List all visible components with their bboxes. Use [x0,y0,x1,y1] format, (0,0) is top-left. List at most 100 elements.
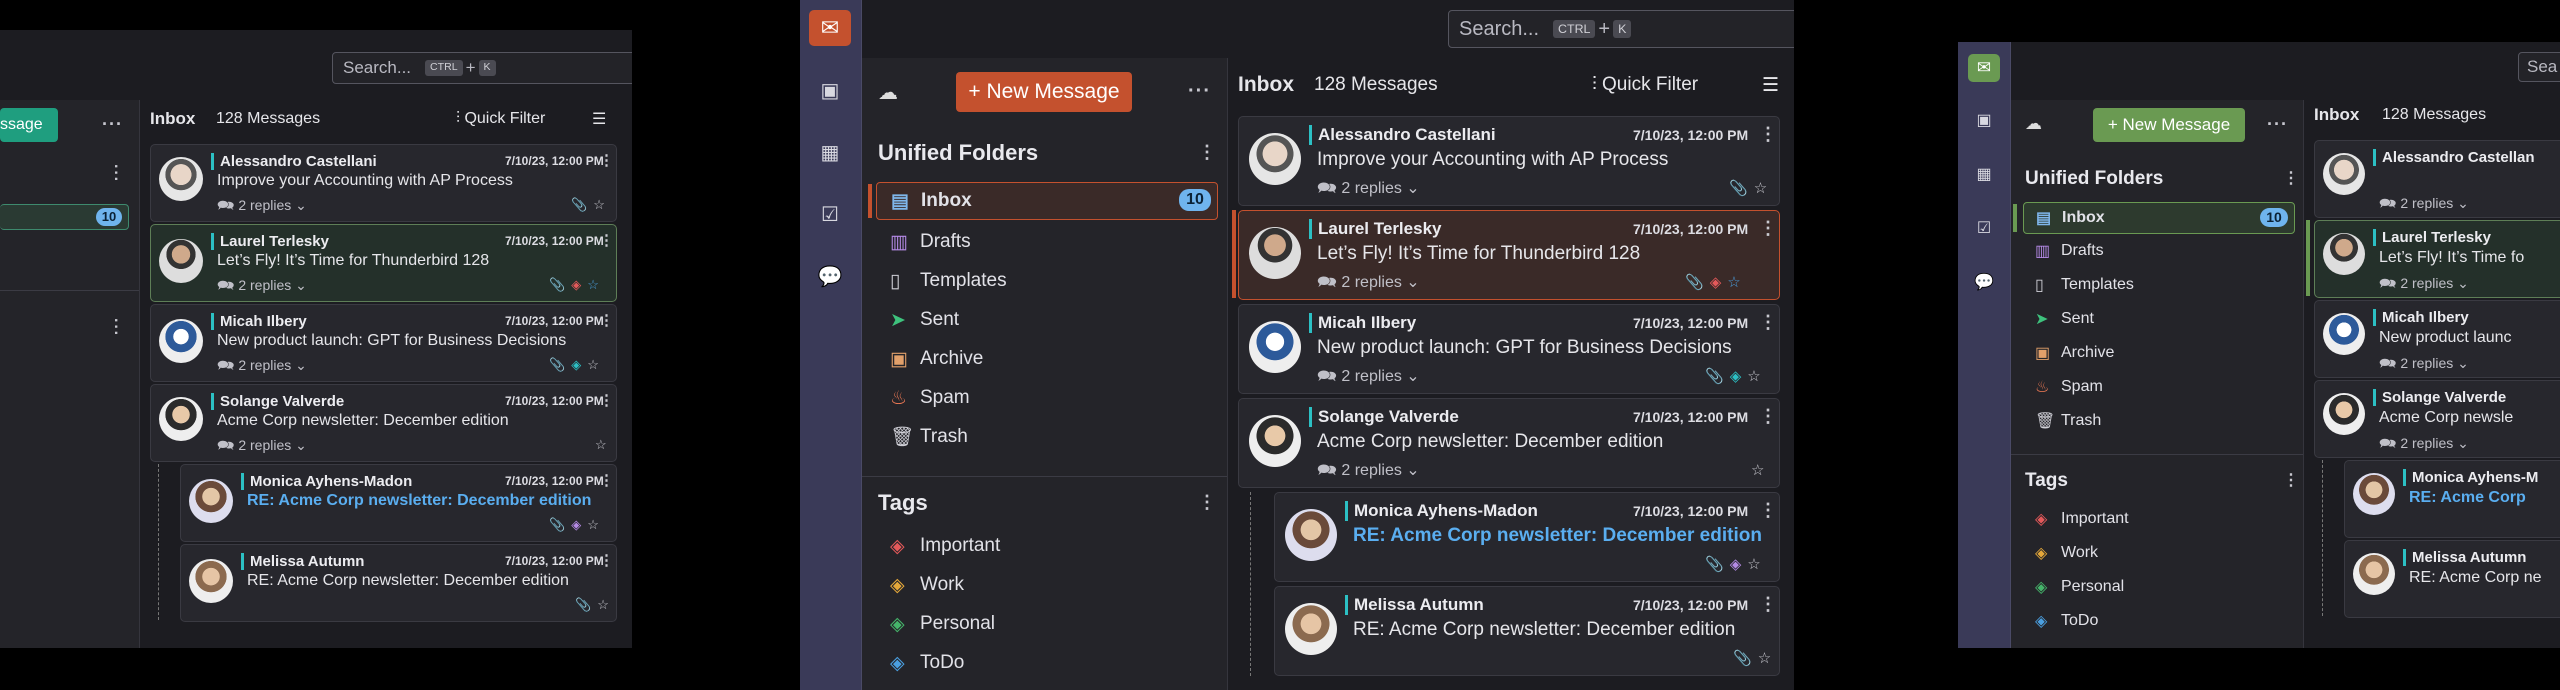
folder-menu-button[interactable]: ··· [102,114,123,135]
message-card[interactable]: Micah Ilbery New product launc 🗪 2 repli… [2314,300,2560,378]
space-calendar-button[interactable]: ▦ [1968,160,2000,188]
new-message-button[interactable]: + New Message [956,72,1132,112]
message-menu-button[interactable]: ⋮ [599,471,614,489]
quick-filter-button[interactable]: ⫶ Quick Filter [456,110,545,128]
tag-todo[interactable]: ◈ ToDo [2023,606,2098,636]
folder-menu-button[interactable]: ··· [1188,80,1211,103]
folder-sent[interactable]: ➤ Sent [876,302,959,338]
message-card[interactable]: Alessandro Castellani 7/10/23, 12:00 PM … [1238,116,1780,206]
star-icon[interactable]: ☆ [1754,179,1767,197]
tag-important[interactable]: ◈ Important [876,528,1000,564]
message-menu-button[interactable]: ⋮ [599,551,614,569]
replies-toggle[interactable]: 🗪 2 replies ⌄ [1317,177,1420,204]
folder-sent[interactable]: ➤ Sent [2023,304,2094,334]
folder-menu-button[interactable]: ··· [2267,114,2288,135]
folder-trash[interactable]: 🗑 Trash [2023,406,2101,436]
replies-toggle[interactable]: 🗪 2 replies ⌄ [2379,273,2469,297]
unified-folders-menu[interactable]: ⋮ [1198,142,1217,163]
space-chat-button[interactable]: 💬 [1968,268,2000,296]
message-card-reply[interactable]: Melissa Autumn 7/10/23, 12:00 PM ⋮ RE: A… [1274,586,1780,676]
replies-toggle[interactable]: 🗪 2 replies ⌄ [217,275,307,299]
tag-important[interactable]: ◈ Important [2023,504,2129,534]
folder-spam[interactable]: ♨ Spam [876,380,970,416]
message-card-reply[interactable]: Melissa Autumn 7/10/23, 12:00 PM ⋮ RE: A… [180,544,617,622]
new-message-button[interactable]: ssage [0,108,58,142]
replies-toggle[interactable]: 🗪 2 replies ⌄ [217,435,307,459]
space-chat-button[interactable]: 💬 [809,258,851,294]
folder-inbox[interactable]: ▤ Inbox 10 [876,182,1218,220]
replies-toggle[interactable]: 🗪 2 replies ⌄ [217,195,307,219]
new-message-button[interactable]: + New Message [2093,108,2245,142]
tags-menu-button[interactable]: ⋮ [1198,492,1217,513]
list-display-options-icon[interactable]: ☰ [1762,74,1779,97]
space-tasks-button[interactable]: ☑ [809,196,851,232]
message-card[interactable]: Micah Ilbery 7/10/23, 12:00 PM ⋮ New pro… [1238,304,1780,394]
unified-folders-menu[interactable]: ··· [106,164,124,183]
folder-archive[interactable]: ▣ Archive [876,341,983,377]
folder-templates[interactable]: ▯ Templates [876,263,1007,299]
tags-menu-button[interactable]: ⋮ [2283,470,2300,490]
replies-toggle[interactable]: 🗪 2 replies ⌄ [1317,459,1420,486]
message-menu-button[interactable]: ⋮ [599,151,614,169]
star-icon[interactable]: ☆ [1747,367,1760,385]
star-icon[interactable]: ☆ [595,437,607,453]
message-card-reply[interactable]: Monica Ayhens-Madon 7/10/23, 12:00 PM ⋮ … [180,464,617,542]
message-card[interactable]: Solange Valverde 7/10/23, 12:00 PM ⋮ Acm… [150,384,617,462]
message-menu-button[interactable]: ⋮ [1759,124,1777,145]
replies-toggle[interactable]: 🗪 2 replies ⌄ [2379,353,2469,377]
space-mail-button[interactable]: ✉ [1968,54,2000,82]
folder-templates[interactable]: ▯ Templates [2023,270,2134,300]
space-mail-button[interactable]: ✉ [809,10,851,46]
message-menu-button[interactable]: ⋮ [599,311,614,329]
star-icon[interactable]: ☆ [1747,555,1760,573]
space-tasks-button[interactable]: ☑ [1968,214,2000,242]
get-messages-icon[interactable]: ☁ [878,80,898,105]
message-card[interactable]: Solange Valverde Acme Corp newsle 🗪 2 re… [2314,380,2560,458]
message-menu-button[interactable]: ⋮ [1759,312,1777,333]
message-menu-button[interactable]: ⋮ [1759,406,1777,427]
search-bar[interactable]: Sea [2518,52,2560,82]
get-messages-icon[interactable]: ☁ [2025,114,2042,134]
tag-todo[interactable]: ◈ ToDo [876,645,964,681]
space-calendar-button[interactable]: ▦ [809,134,851,170]
tags-menu-button[interactable]: ··· [106,318,124,337]
star-icon[interactable]: ☆ [593,197,605,213]
search-bar[interactable]: Search... CTRL + K [1448,10,1794,48]
message-card-reply[interactable]: Monica Ayhens-Madon 7/10/23, 12:00 PM ⋮ … [1274,492,1780,582]
message-menu-button[interactable]: ⋮ [1759,500,1777,521]
tag-work[interactable]: ◈ Work [2023,538,2098,568]
replies-toggle[interactable]: 🗪 2 replies ⌄ [217,355,307,379]
replies-toggle[interactable]: 🗪 2 replies ⌄ [2379,193,2469,217]
star-icon[interactable]: ☆ [587,277,599,293]
unified-folders-menu[interactable]: ⋮ [2283,168,2300,188]
star-icon[interactable]: ☆ [1751,461,1764,479]
tag-work[interactable]: ◈ Work [876,567,964,603]
tag-personal[interactable]: ◈ Personal [876,606,995,642]
star-icon[interactable]: ☆ [587,357,599,373]
folder-spam[interactable]: ♨ Spam [2023,372,2103,402]
folder-drafts[interactable]: ▥ Drafts [2023,236,2104,266]
message-card-reply[interactable]: Melissa Autumn RE: Acme Corp ne [2344,540,2560,618]
message-menu-button[interactable]: ⋮ [1759,218,1777,239]
message-menu-button[interactable]: ⋮ [599,231,614,249]
replies-toggle[interactable]: 🗪 2 replies ⌄ [2379,433,2469,457]
message-card[interactable]: Alessandro Castellan 🗪 2 replies ⌄ [2314,140,2560,218]
folder-inbox-selected[interactable]: 10 [0,204,129,230]
message-menu-button[interactable]: ⋮ [1759,594,1777,615]
folder-drafts[interactable]: ▥ Drafts [876,224,971,260]
tag-personal[interactable]: ◈ Personal [2023,572,2124,602]
message-card-selected[interactable]: Laurel Terlesky 7/10/23, 12:00 PM ⋮ Let’… [150,224,617,302]
message-card-selected[interactable]: Laurel Terlesky 7/10/23, 12:00 PM ⋮ Let’… [1238,210,1780,300]
star-icon[interactable]: ☆ [1727,273,1740,291]
message-card[interactable]: Micah Ilbery 7/10/23, 12:00 PM ⋮ New pro… [150,304,617,382]
star-icon[interactable]: ☆ [587,517,599,533]
star-icon[interactable]: ☆ [1758,649,1771,667]
space-addressbook-button[interactable]: ▣ [809,72,851,108]
message-menu-button[interactable]: ⋮ [599,391,614,409]
folder-archive[interactable]: ▣ Archive [2023,338,2114,368]
folder-trash[interactable]: 🗑 Trash [876,419,968,455]
quick-filter-button[interactable]: ⫶ Quick Filter [1592,74,1698,96]
space-addressbook-button[interactable]: ▣ [1968,106,2000,134]
star-icon[interactable]: ☆ [597,597,609,613]
replies-toggle[interactable]: 🗪 2 replies ⌄ [1317,271,1420,298]
